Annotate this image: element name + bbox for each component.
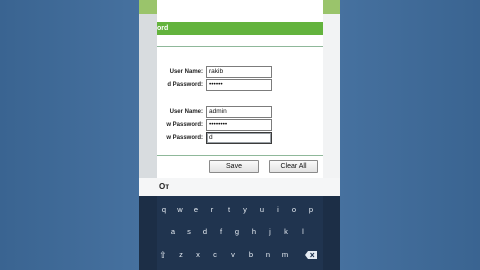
- green-band-left: [139, 0, 157, 14]
- divider-top: [157, 46, 323, 47]
- keyboard-edge-left: [139, 196, 157, 270]
- green-band-right: [323, 0, 340, 14]
- key[interactable]: i: [272, 203, 284, 217]
- backdrop-right: [340, 0, 480, 270]
- key[interactable]: q: [158, 203, 170, 217]
- new-user-row: User Name: admin: [157, 106, 323, 118]
- key[interactable]: m: [279, 248, 291, 262]
- old-pass-input[interactable]: ••••••: [206, 79, 272, 91]
- phone-screen: ord User Name: rakib d Password: •••••• …: [139, 0, 340, 270]
- key[interactable]: w: [174, 203, 186, 217]
- new-user-input[interactable]: admin: [206, 106, 272, 118]
- key-icon[interactable]: Oᴛ: [159, 182, 169, 191]
- key[interactable]: j: [264, 225, 276, 239]
- backdrop-left: [0, 0, 139, 270]
- save-button[interactable]: Save: [209, 160, 259, 173]
- key[interactable]: n: [262, 248, 274, 262]
- keyboard-row-1: q w e r t y u i o p: [157, 203, 323, 217]
- key[interactable]: f: [215, 225, 227, 239]
- key[interactable]: x: [192, 248, 204, 262]
- new-pass-input[interactable]: ••••••••: [206, 119, 272, 131]
- key[interactable]: p: [305, 203, 317, 217]
- old-user-input[interactable]: rakib: [206, 66, 272, 78]
- keyboard-row-2: a s d f g h j k l: [157, 225, 323, 239]
- key[interactable]: t: [223, 203, 235, 217]
- new-pass-label: w Password:: [166, 122, 203, 128]
- key[interactable]: a: [167, 225, 179, 239]
- key[interactable]: v: [227, 248, 239, 262]
- keyboard-edge-right: [323, 196, 340, 270]
- key[interactable]: e: [190, 203, 202, 217]
- key[interactable]: r: [206, 203, 218, 217]
- screen-edge-left: [139, 0, 157, 196]
- keyboard-suggestion-strip: Oᴛ: [139, 178, 340, 196]
- key[interactable]: y: [239, 203, 251, 217]
- old-user-label: User Name:: [169, 69, 203, 75]
- backspace-icon[interactable]: [303, 248, 319, 262]
- key[interactable]: h: [248, 225, 260, 239]
- old-user-row: User Name: rakib: [157, 66, 323, 78]
- key[interactable]: o: [288, 203, 300, 217]
- confirm-pass-label: w Password:: [166, 135, 203, 141]
- key[interactable]: z: [175, 248, 187, 262]
- key[interactable]: g: [231, 225, 243, 239]
- soft-keyboard: q w e r t y u i o p a s d f g h j k l ⇧ …: [157, 196, 323, 270]
- key[interactable]: d: [199, 225, 211, 239]
- key[interactable]: b: [245, 248, 257, 262]
- router-settings-page: ord User Name: rakib d Password: •••••• …: [157, 0, 323, 196]
- key[interactable]: k: [280, 225, 292, 239]
- page-title: ord: [157, 22, 323, 35]
- key[interactable]: u: [256, 203, 268, 217]
- key[interactable]: l: [297, 225, 309, 239]
- key[interactable]: s: [183, 225, 195, 239]
- divider-bottom: [157, 155, 323, 156]
- confirm-pass-row: w Password: d: [157, 132, 323, 144]
- new-user-label: User Name:: [169, 109, 203, 115]
- old-pass-row: d Password: ••••••: [157, 79, 323, 91]
- key[interactable]: c: [209, 248, 221, 262]
- clear-all-button[interactable]: Clear All: [269, 160, 318, 173]
- new-pass-row: w Password: ••••••••: [157, 119, 323, 131]
- keyboard-row-3: ⇧ z x c v b n m: [157, 248, 323, 262]
- shift-icon[interactable]: ⇧: [157, 248, 169, 262]
- old-pass-label: d Password:: [167, 82, 203, 88]
- screen-edge-right: [323, 0, 340, 196]
- confirm-pass-input[interactable]: d: [206, 132, 272, 144]
